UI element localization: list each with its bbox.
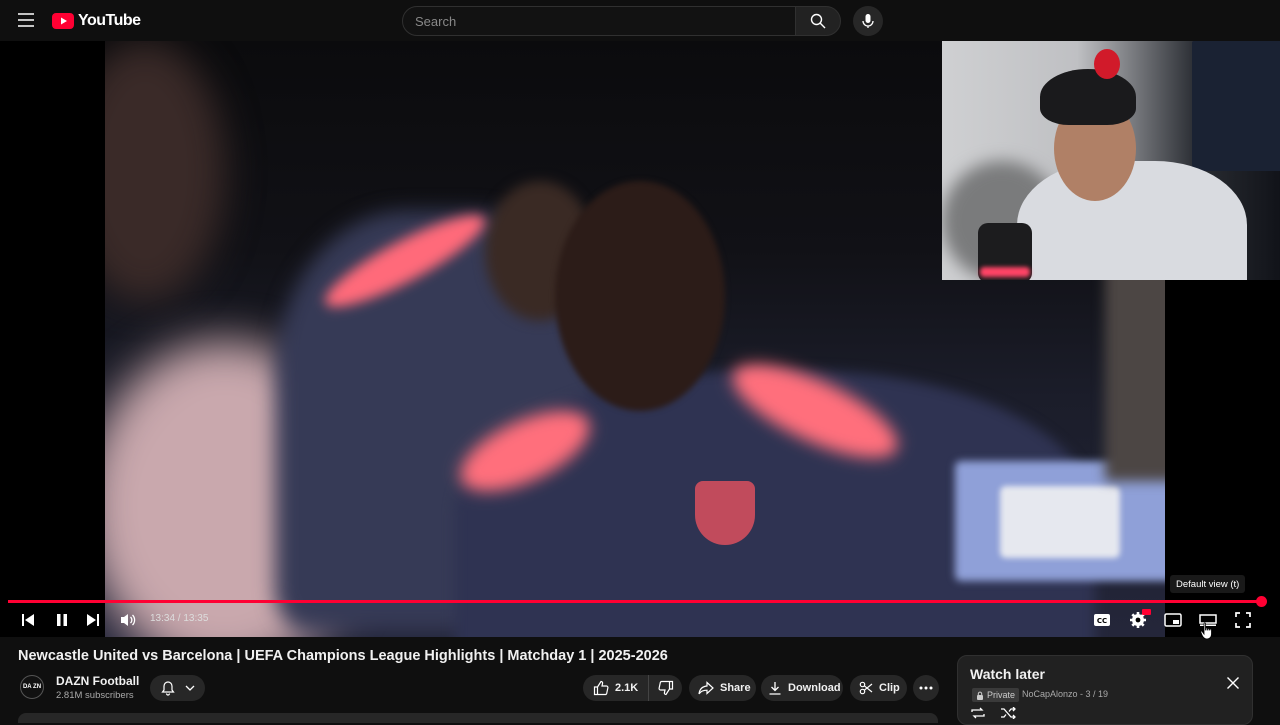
shuffle-icon[interactable] — [1000, 707, 1016, 719]
mic-icon — [862, 14, 874, 28]
voice-search-button[interactable] — [853, 6, 883, 36]
progress-fill — [8, 600, 1261, 603]
miniplayer-button[interactable] — [1162, 609, 1184, 631]
clip-button[interactable]: Clip — [850, 675, 907, 701]
clip-label: Clip — [879, 682, 900, 694]
dislike-button[interactable] — [649, 675, 674, 701]
masthead: YouTube — [0, 0, 1280, 41]
previous-icon — [22, 614, 34, 626]
more-actions-button[interactable] — [913, 675, 939, 701]
share-button[interactable]: Share — [689, 675, 756, 701]
fullscreen-button[interactable] — [1232, 609, 1254, 631]
channel-name[interactable]: DAZN Football — [56, 674, 139, 688]
lock-icon — [977, 691, 983, 700]
time-display: 13:34 / 13:35 — [150, 613, 209, 624]
search-input[interactable] — [415, 13, 795, 29]
settings-button[interactable] — [1127, 609, 1151, 631]
fullscreen-icon — [1235, 612, 1251, 628]
progress-scrubber[interactable] — [1255, 596, 1267, 607]
webcam-balloon — [1094, 49, 1120, 79]
pause-icon — [57, 614, 67, 626]
video-title: Newcastle United vs Barcelona | UEFA Cha… — [18, 648, 668, 664]
youtube-logo-icon — [52, 13, 74, 29]
notification-bell-button[interactable] — [150, 675, 205, 701]
playlist-owner-position: NoCapAlonzo - 3 / 19 — [1022, 689, 1109, 699]
video-crest — [695, 481, 755, 545]
logo-text: YouTube — [78, 12, 141, 29]
search-box[interactable] — [402, 6, 796, 36]
video-ad-board-logo — [1000, 486, 1120, 558]
mouse-cursor-icon — [1200, 622, 1212, 640]
previous-button[interactable] — [17, 609, 39, 631]
mute-button[interactable] — [117, 609, 139, 631]
like-count: 2.1K — [615, 682, 639, 694]
video-person-main-head — [555, 181, 725, 411]
webcam-cap — [1040, 69, 1136, 125]
video-player[interactable]: Default view (t) — [0, 41, 1280, 637]
volume-icon — [121, 614, 136, 626]
privacy-badge: Private — [972, 688, 1020, 702]
dislike-icon — [658, 680, 674, 696]
next-button[interactable] — [82, 609, 104, 631]
download-icon — [769, 682, 781, 695]
webcam-window — [1192, 41, 1280, 171]
webcam-overlay — [942, 41, 1280, 280]
channel-avatar[interactable]: DA ZN — [20, 675, 44, 699]
youtube-logo[interactable]: YouTube — [52, 10, 141, 32]
webcam-person-body — [1017, 161, 1247, 280]
clip-icon — [859, 681, 873, 695]
player-tooltip: Default view (t) — [1170, 575, 1246, 593]
search-icon — [810, 13, 826, 29]
share-icon — [698, 681, 714, 695]
webcam-mic-light — [980, 267, 1030, 277]
close-icon — [1227, 677, 1239, 689]
download-label: Download — [788, 682, 841, 694]
playlist-controls — [970, 707, 1016, 719]
loop-icon[interactable] — [970, 707, 986, 719]
pause-button[interactable] — [51, 609, 73, 631]
chevron-down-icon — [185, 685, 194, 691]
hd-badge — [1142, 609, 1151, 615]
playlist-title[interactable]: Watch later — [970, 666, 1045, 682]
search-button[interactable] — [795, 6, 841, 36]
like-icon — [593, 680, 609, 696]
description-box[interactable] — [18, 713, 938, 723]
privacy-label: Private — [987, 690, 1016, 700]
bell-icon — [160, 681, 175, 696]
svg-text:CC: CC — [1097, 617, 1107, 625]
miniplayer-icon — [1164, 613, 1182, 627]
download-button[interactable]: Download — [761, 675, 843, 701]
video-blur-left — [105, 41, 225, 301]
like-dislike-group: 2.1K — [583, 675, 682, 701]
more-icon — [919, 686, 933, 690]
playlist-close-button[interactable] — [1223, 673, 1243, 693]
next-icon — [87, 614, 99, 626]
subscriber-count: 2.81M subscribers — [56, 690, 134, 701]
captions-icon: CC — [1094, 614, 1110, 626]
share-label: Share — [720, 682, 751, 694]
menu-icon[interactable] — [14, 8, 38, 32]
captions-button[interactable]: CC — [1091, 609, 1113, 631]
like-button[interactable]: 2.1K — [583, 675, 650, 701]
